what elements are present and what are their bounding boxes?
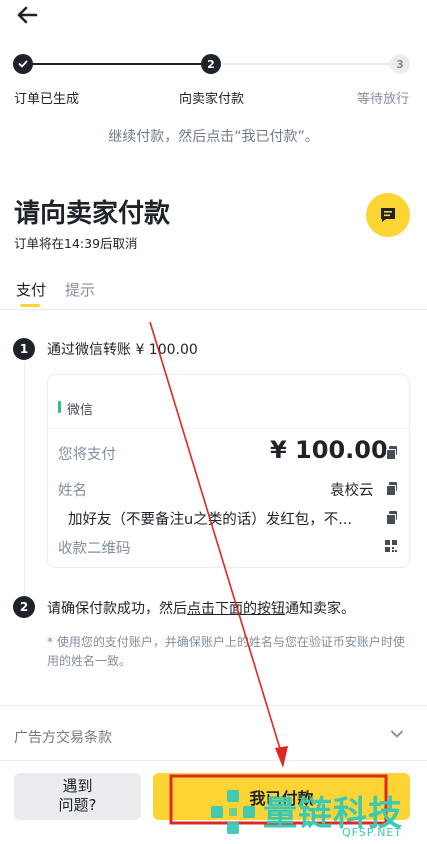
annotation-arrow-line: [149, 321, 282, 753]
watermark-logo-icon: [211, 790, 255, 834]
red-annotation-overlay: [149, 321, 388, 825]
annotation-arrow-head: [275, 746, 288, 768]
p2p-payment-screen: 2 3 订单已生成 向卖家付款 等待放行 继续付款，然后点击“我已付款”。 请向…: [0, 0, 427, 844]
watermark: 量链科技 QFSP.NET: [207, 784, 425, 842]
watermark-url: QFSP.NET: [342, 826, 403, 839]
